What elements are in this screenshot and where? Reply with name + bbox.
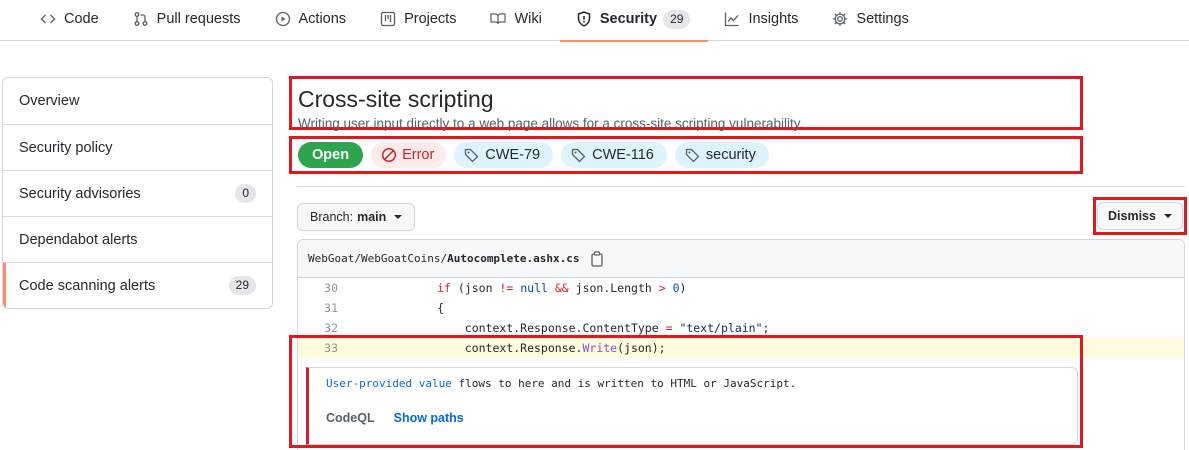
tab-label: Settings	[856, 11, 909, 27]
file-name[interactable]: Autocomplete.ashx.cs	[447, 252, 579, 265]
sidebar-item-label: Code scanning alerts	[19, 277, 156, 294]
branch-prefix: Branch:	[310, 210, 354, 224]
dismiss-button[interactable]: Dismiss	[1097, 202, 1183, 230]
tag-cwe-116[interactable]: CWE-116	[561, 142, 667, 168]
divider	[297, 186, 1185, 187]
line-number: 32	[324, 321, 338, 335]
file-path-header: WebGoat/WebGoatCoins/Autocomplete.ashx.c…	[298, 240, 1184, 278]
book-icon	[490, 11, 507, 27]
security-sidebar: Overview Security policy Security adviso…	[2, 77, 273, 309]
page-title: Cross-site scripting	[298, 86, 494, 112]
chevron-down-icon	[394, 215, 403, 219]
alert-header: Cross-site scripting Writing user input …	[289, 76, 1083, 131]
line-number: 31	[324, 301, 338, 315]
tab-label: Wiki	[514, 11, 542, 27]
code-text: context.Response.ContentType = "text/pla…	[354, 321, 770, 335]
advisories-count-badge: 0	[235, 184, 256, 203]
severity-badge: Error	[371, 142, 447, 168]
code-text: {	[354, 301, 445, 315]
branch-name: main	[357, 210, 387, 224]
tag-icon	[571, 147, 587, 163]
sidebar-item-overview[interactable]: Overview	[3, 78, 272, 124]
code-line: 30 if (json != null && json.Length > 0)	[298, 278, 1184, 298]
code-text: if (json != null && json.Length > 0)	[437, 281, 687, 295]
play-icon	[275, 11, 291, 27]
alert-description: Writing user input directly to a web pag…	[298, 116, 804, 131]
severity-label: Error	[402, 147, 435, 163]
tag-label: CWE-116	[592, 147, 654, 163]
tab-actions[interactable]: Actions	[275, 0, 363, 41]
table-icon	[380, 11, 396, 27]
repo-nav: Code Pull requests Actions Projects Wiki…	[0, 0, 1189, 42]
branch-select-button[interactable]: Branch: main	[297, 203, 416, 231]
show-paths-link[interactable]: Show paths	[394, 411, 464, 425]
sidebar-item-code-scanning-alerts[interactable]: Code scanning alerts 29	[3, 262, 272, 308]
sidebar-item-security-policy[interactable]: Security policy	[3, 124, 272, 170]
dismiss-highlight: Dismiss	[1093, 197, 1187, 235]
sidebar-item-label: Security policy	[19, 139, 113, 156]
code-scanning-count-badge: 29	[228, 276, 256, 295]
sidebar-item-security-advisories[interactable]: Security advisories 0	[3, 170, 272, 216]
code-icon	[40, 11, 56, 27]
sidebar-item-label: Security advisories	[19, 185, 141, 202]
tab-label: Projects	[404, 11, 457, 27]
security-count-badge: 29	[663, 9, 691, 29]
tag-icon	[464, 147, 480, 163]
tab-wiki[interactable]: Wiki	[490, 0, 557, 41]
tab-insights[interactable]: Insights	[724, 0, 814, 41]
file-path-prefix: WebGoat/WebGoatCoins/	[308, 252, 448, 265]
finding-message-text: flows to here and is written to HTML or …	[451, 377, 797, 390]
tab-label: Security	[599, 11, 658, 27]
shield-icon	[576, 11, 592, 27]
finding-footer: CodeQL Show paths	[326, 411, 464, 425]
graph-icon	[724, 11, 740, 27]
status-badge: Open	[298, 142, 364, 168]
dismiss-label: Dismiss	[1108, 209, 1156, 223]
tab-label: Pull requests	[156, 11, 241, 27]
tag-icon	[685, 147, 701, 163]
sidebar-item-label: Dependabot alerts	[19, 231, 138, 248]
tab-security[interactable]: Security 29	[559, 0, 709, 42]
line-number: 30	[324, 281, 338, 295]
pull-request-icon	[133, 11, 149, 27]
alert-labels: Open Error CWE-79 CWE-116 security	[289, 136, 1083, 174]
copy-icon[interactable]	[590, 250, 604, 267]
tab-label: Actions	[298, 11, 347, 27]
tool-name: CodeQL	[326, 411, 375, 425]
finding-message-card: User-provided value flows to here and is…	[306, 367, 1078, 445]
stop-icon	[381, 147, 397, 163]
chevron-down-icon	[1163, 214, 1172, 218]
tag-security[interactable]: security	[674, 142, 769, 168]
tab-projects[interactable]: Projects	[380, 0, 472, 41]
tab-code[interactable]: Code	[40, 0, 115, 41]
tab-label: Insights	[748, 11, 799, 27]
tag-label: security	[705, 147, 756, 163]
gear-icon	[832, 11, 848, 27]
finding-message: User-provided value flows to here and is…	[326, 377, 796, 390]
tag-label: CWE-79	[485, 147, 541, 163]
tag-cwe-79[interactable]: CWE-79	[454, 142, 554, 168]
sidebar-item-label: Overview	[19, 93, 80, 109]
tab-pull-requests[interactable]: Pull requests	[133, 0, 257, 41]
sidebar-item-dependabot-alerts[interactable]: Dependabot alerts	[3, 216, 272, 262]
tab-settings[interactable]: Settings	[832, 0, 924, 41]
source-link[interactable]: User-provided value	[326, 377, 452, 390]
tab-label: Code	[64, 11, 99, 27]
code-line: 31 {	[298, 298, 1184, 318]
